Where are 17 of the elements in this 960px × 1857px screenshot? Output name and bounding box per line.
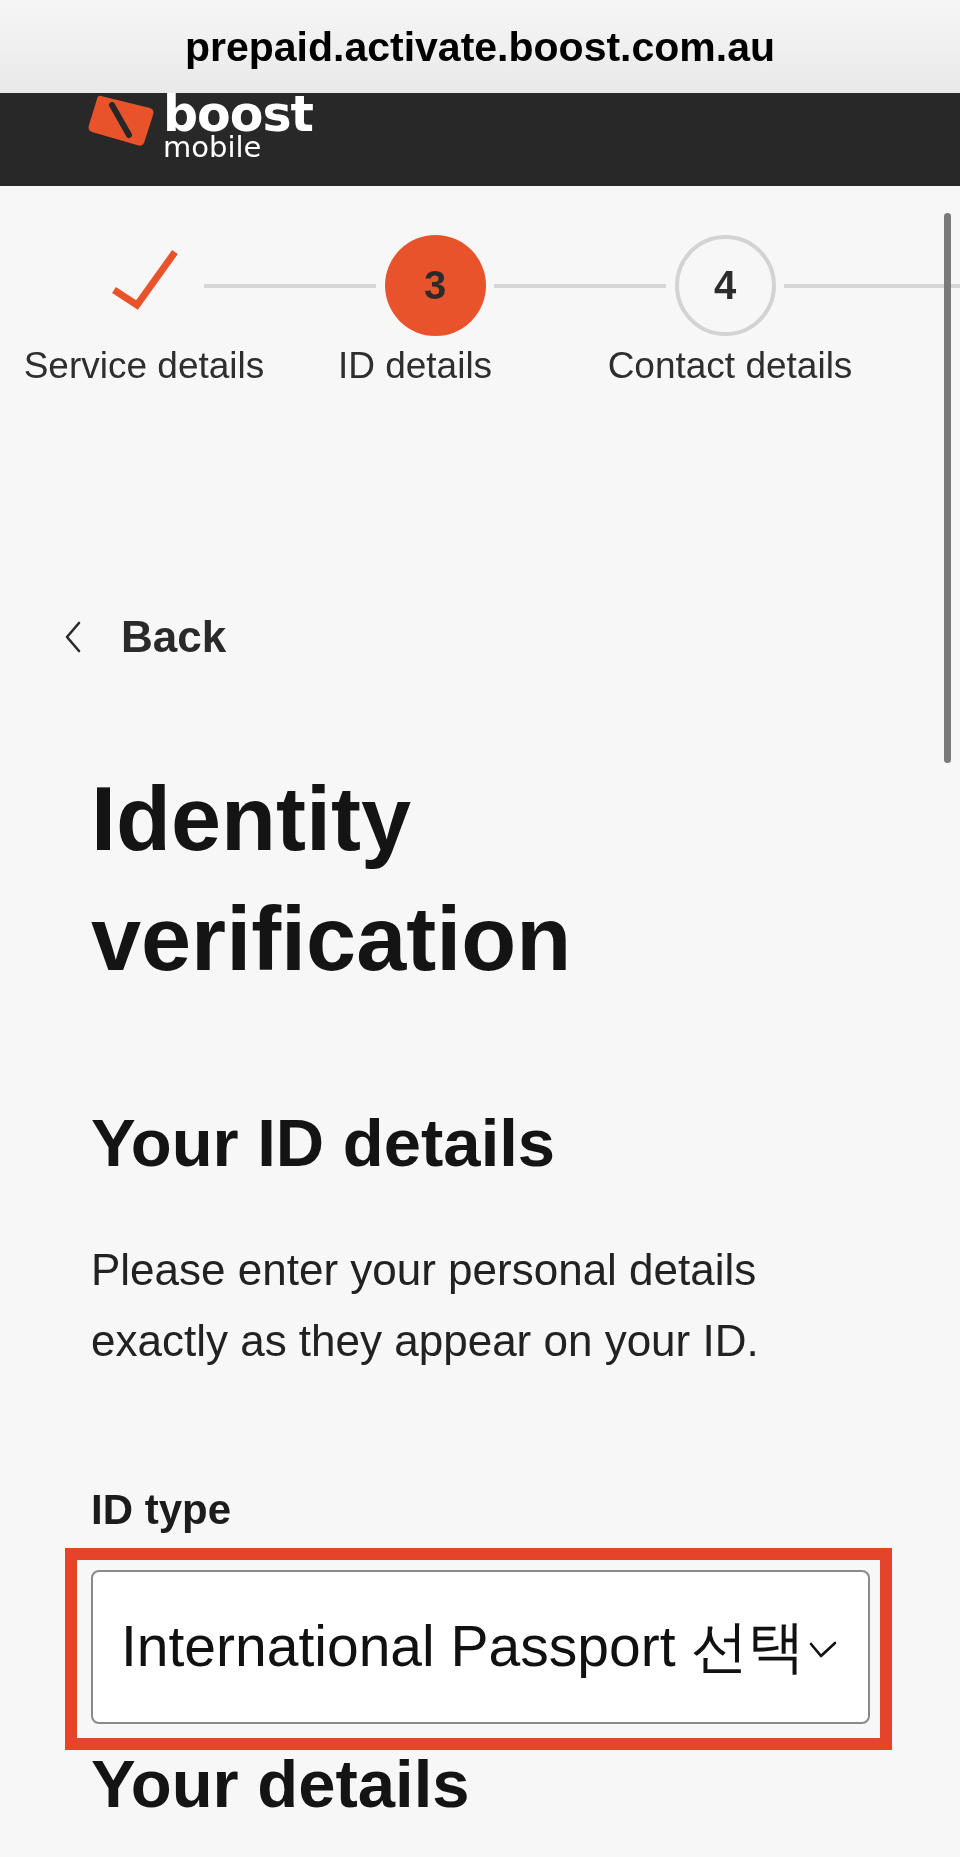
step-indicator: 4 [674,235,776,336]
step-indicator: 3 [384,235,486,336]
field-label: ID type [91,1485,233,1535]
id-type-dropdown[interactable]: International Passport 선택 [91,1570,870,1724]
chevron-down-icon [809,1641,838,1659]
section-heading: Your details [91,1750,471,1817]
intro-text: Please enter your personal details exactly as they appear on your ID. [91,1244,760,1367]
chevron-left-icon [64,621,82,653]
back-link[interactable]: Back [64,611,227,663]
step-label: Contact details [607,344,853,388]
logo-wordmark: boost [163,94,313,136]
section-heading: Your ID details [91,1104,557,1182]
check-icon [111,247,179,310]
logo-tagline: mobile [163,134,262,160]
page-title: Identity verification [91,768,573,991]
step-label: Service details [23,344,265,388]
step-label: ID details [337,344,493,388]
